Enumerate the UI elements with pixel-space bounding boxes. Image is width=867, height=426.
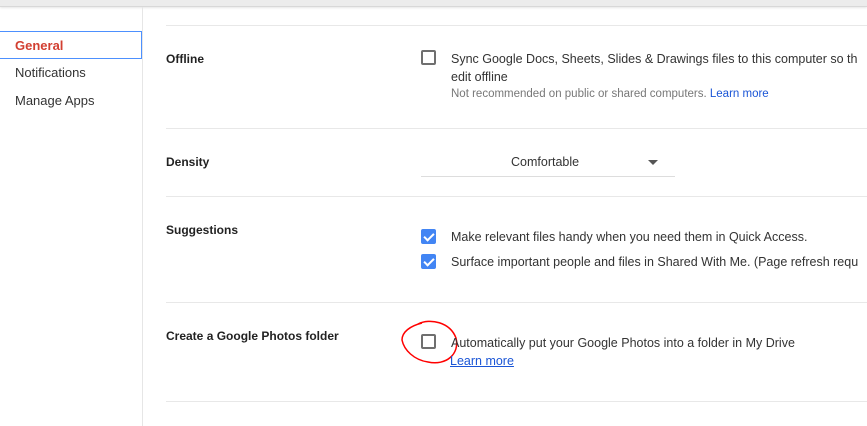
sidebar: General Notifications Manage Apps xyxy=(0,7,143,426)
quick-access-checkbox[interactable] xyxy=(421,229,436,244)
top-bar xyxy=(0,0,867,7)
divider xyxy=(166,302,867,303)
divider xyxy=(166,25,867,26)
offline-warning: Not recommended on public or shared comp… xyxy=(451,88,707,100)
photos-text: Automatically put your Google Photos int… xyxy=(451,336,795,350)
dropdown-arrow-icon xyxy=(648,160,658,165)
offline-subtext: Not recommended on public or shared comp… xyxy=(451,88,769,100)
density-select[interactable]: Comfortable xyxy=(421,147,675,177)
divider xyxy=(166,401,867,402)
density-label: Density xyxy=(166,155,210,169)
photos-learn-more-link[interactable]: Learn more xyxy=(450,354,514,368)
offline-learn-more-link[interactable]: Learn more xyxy=(710,88,769,100)
offline-label: Offline xyxy=(166,52,204,66)
offline-checkbox[interactable] xyxy=(421,50,436,65)
photos-label: Create a Google Photos folder xyxy=(166,329,339,343)
shared-with-me-checkbox[interactable] xyxy=(421,254,436,269)
density-value: Comfortable xyxy=(511,155,580,169)
shared-with-me-text: Surface important people and files in Sh… xyxy=(451,255,859,269)
suggestions-label: Suggestions xyxy=(166,223,239,237)
divider xyxy=(166,128,867,129)
quick-access-text: Make relevant files handy when you need … xyxy=(451,230,808,244)
sidebar-item-manage-apps[interactable]: Manage Apps xyxy=(0,87,142,115)
divider xyxy=(166,196,867,197)
sidebar-item-notifications[interactable]: Notifications xyxy=(0,59,142,87)
offline-text-2: edit offline xyxy=(451,70,508,84)
offline-text: Sync Google Docs, Sheets, Slides & Drawi… xyxy=(451,52,858,66)
sidebar-item-general[interactable]: General xyxy=(0,31,142,59)
